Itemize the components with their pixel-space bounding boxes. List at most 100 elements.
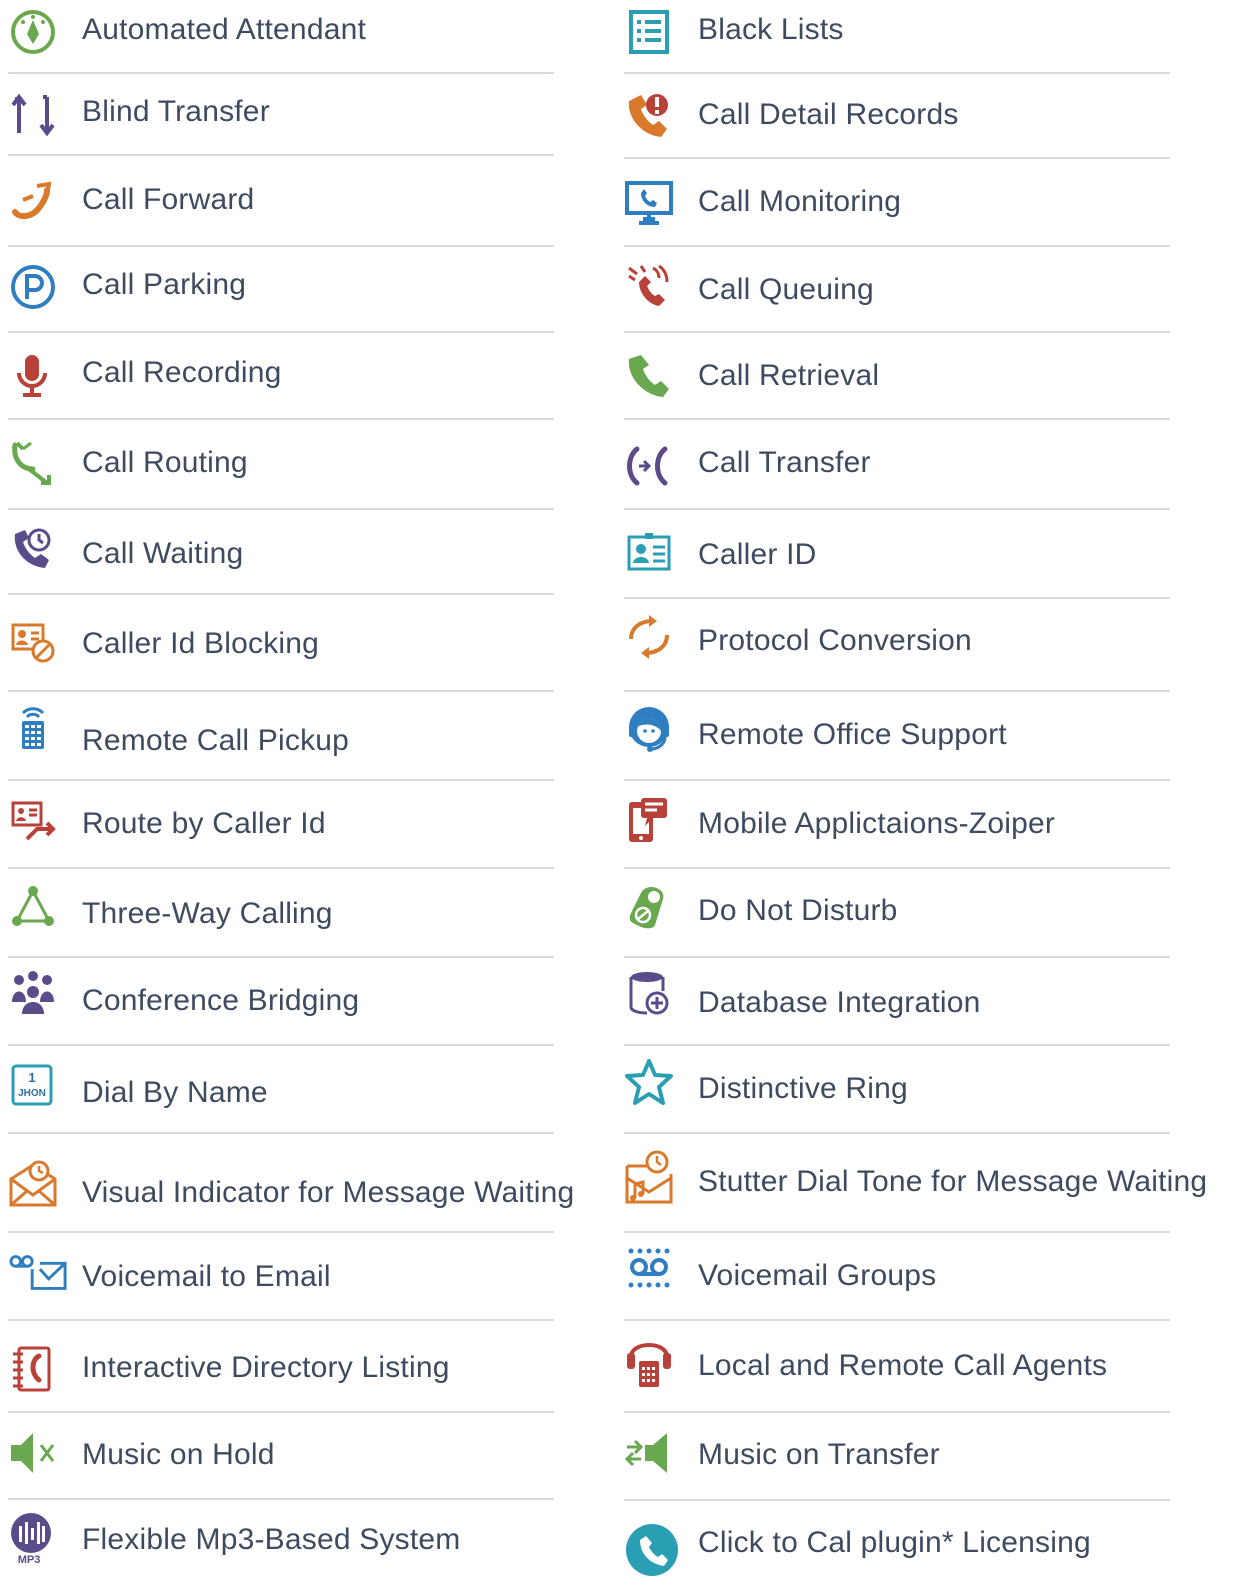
phone-alert-icon [624,90,674,140]
feature-item: Call Queuing [624,263,1255,313]
remote-control-icon [8,702,58,752]
row-divider [624,1411,1170,1413]
feature-item: 1 JHON Dial By Name [8,1061,570,1111]
headset-keypad-icon [624,1331,674,1389]
row-divider [624,1319,1170,1321]
feature-item: Call Monitoring [624,178,1255,228]
row-divider [8,1411,554,1413]
route-by-id-icon [8,796,58,846]
feature-label: Caller ID [698,538,817,571]
call-routing-icon [8,438,58,488]
row-divider [624,867,1170,869]
feature-item: Voicemail Groups [624,1244,1255,1294]
dial-by-name-icon: 1 JHON [8,1061,58,1111]
feature-item: Music on Hold [8,1428,570,1478]
feature-item: Stutter Dial Tone for Message Waiting [624,1147,1255,1207]
feature-label: Music on Hold [82,1438,275,1471]
people-group-icon [8,967,58,1017]
feature-label: Remote Office Support [698,718,1007,751]
id-blocking-icon [8,616,58,666]
feature-label: Three-Way Calling [82,897,333,930]
feature-label: Conference Bridging [82,984,360,1017]
feature-label: Call Waiting [82,537,244,570]
row-divider [624,597,1170,599]
directory-book-icon [8,1343,58,1393]
feature-label: Stutter Dial Tone for Message Waiting [698,1165,1208,1198]
row-divider [624,1499,1170,1501]
list-icon [624,7,674,57]
call-forward-icon [8,177,58,227]
phone-ringing-icon [624,263,674,313]
feature-item: Remote Call Pickup [8,702,570,757]
envelope-clock-icon [8,1158,58,1208]
row-divider [8,331,554,333]
feature-label: Interactive Directory Listing [82,1351,450,1384]
feature-label: Route by Caller Id [82,807,326,840]
feature-label: Mobile Applictaions-Zoiper [698,807,1056,840]
feature-label: Music on Transfer [698,1438,940,1471]
feature-label: Dial By Name [82,1076,268,1109]
feature-item: Call Parking [8,262,570,312]
speaker-mute-icon [8,1428,58,1478]
parking-icon [8,262,58,312]
mp3-icon-text: MP3 [18,1554,41,1564]
feature-label: Blind Transfer [82,95,270,128]
feature-label: Call Queuing [698,273,874,306]
row-divider [8,154,554,156]
row-divider [8,779,554,781]
compass-icon [8,7,58,57]
row-divider [8,1044,554,1046]
feature-item: Call Waiting [8,525,570,575]
feature-item: Voicemail to Email [8,1248,570,1298]
feature-label: Call Monitoring [698,185,902,218]
feature-label: Call Recording [82,356,282,389]
feature-item: Three-Way Calling [8,882,570,932]
feature-item: Local and Remote Call Agents [624,1331,1255,1389]
feature-item: Mobile Applictaions-Zoiper [624,795,1255,845]
row-divider [8,593,554,595]
feature-item: Call Transfer [624,440,1255,490]
row-divider [624,418,1170,420]
feature-item: Call Detail Records [624,90,1255,140]
feature-item[interactable]: Click to Cal plugin* Licensing [624,1520,1255,1578]
row-divider [624,331,1170,333]
dial-by-name-text: JHON [18,1088,46,1099]
feature-label: Call Parking [82,268,247,301]
feature-item: Conference Bridging [8,967,570,1017]
feature-item: Caller Id Blocking [8,616,570,666]
star-icon [624,1057,674,1107]
feature-item: Black Lists [624,7,1255,57]
row-divider [624,1231,1170,1233]
music-clock-icon [624,1147,674,1207]
feature-label: Protocol Conversion [698,624,972,657]
feature-item: Caller ID [624,528,1255,578]
feature-label: Caller Id Blocking [82,627,320,660]
click-to-call-icon[interactable] [624,1520,680,1578]
feature-item: Protocol Conversion [624,612,1255,662]
row-divider [624,245,1170,247]
headset-agent-icon [624,704,674,754]
triangle-network-icon [8,882,58,932]
feature-label: Call Detail Records [698,98,959,131]
row-divider [8,1319,554,1321]
feature-label: Distinctive Ring [698,1072,908,1105]
door-hanger-icon [624,882,674,932]
feature-item: Remote Office Support [624,704,1255,754]
feature-label: Call Routing [82,446,248,479]
feature-label: Local and Remote Call Agents [698,1349,1108,1382]
feature-label: Voicemail to Email [82,1260,331,1293]
feature-label: Do Not Disturb [698,894,898,927]
row-divider [8,690,554,692]
feature-item: Database Integration [624,968,1255,1019]
swap-arrows-icon [624,612,674,662]
row-divider [624,956,1170,958]
id-card-icon [624,528,674,578]
feature-item: Distinctive Ring [624,1057,1255,1107]
feature-item: Call Retrieval [624,352,1255,402]
feature-label: Remote Call Pickup [82,724,350,757]
feature-item: Blind Transfer [8,90,570,140]
call-transfer-icon [624,440,674,490]
monitor-phone-icon [624,178,674,228]
feature-label[interactable]: Click to Cal plugin* Licensing [698,1525,1091,1561]
mobile-chat-icon [624,795,674,845]
